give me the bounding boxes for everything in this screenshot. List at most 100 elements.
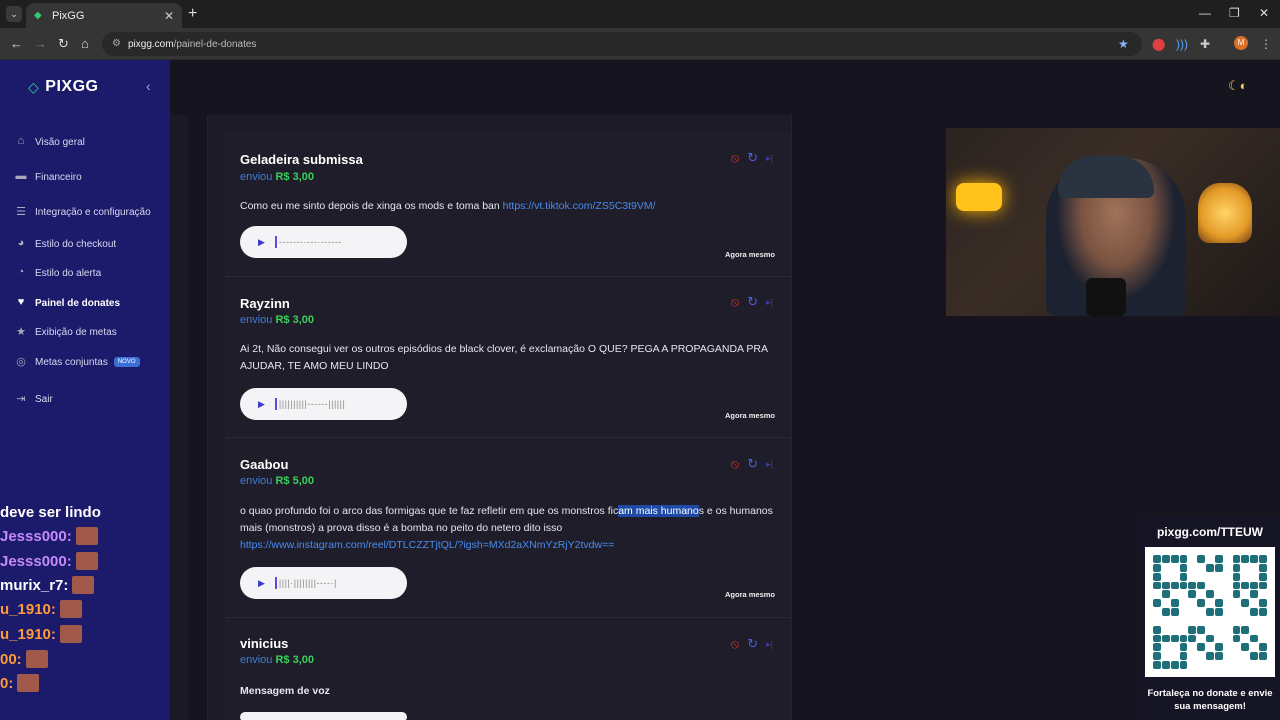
qr-module	[1170, 661, 1179, 669]
tab-search-icon[interactable]: ⌄	[6, 6, 22, 22]
qr-module	[1250, 555, 1259, 563]
sidebar-item-integracao[interactable]: ☰ Integração e configuração	[14, 205, 151, 219]
chat-text: Jesss000:	[0, 552, 72, 570]
qr-module	[1162, 643, 1170, 651]
waveform[interactable]: -------·---·------	[279, 237, 342, 247]
play-icon[interactable]: ▶	[258, 237, 265, 248]
progress-bar[interactable]	[274, 577, 277, 589]
chat-text: u_1910:	[0, 625, 56, 643]
waveform[interactable]: ||||·||||||||----·|	[279, 578, 337, 588]
qr-module	[1224, 617, 1232, 625]
waveform[interactable]: ||||||||||------||||||	[279, 399, 345, 409]
replay-icon[interactable]: ↻	[747, 294, 758, 310]
qr-module	[1161, 608, 1170, 616]
theme-toggle-icon[interactable]: ☾◐	[1228, 78, 1248, 94]
audio-player[interactable]: ▶ ||||||||||------||||||	[240, 388, 407, 420]
replay-icon[interactable]: ↻	[747, 150, 758, 166]
sidebar-item-painel-donates[interactable]: ♥ Painel de donates	[14, 296, 120, 310]
browser-tab[interactable]: ◆ PixGG ✕	[26, 3, 182, 28]
restore-icon[interactable]: ❐	[1229, 6, 1240, 20]
message-link[interactable]: https://www.instagram.com/reel/DTLCZZTjt…	[240, 539, 614, 551]
donor-name: Geladeira submissa	[240, 152, 363, 167]
qr-module	[1180, 626, 1188, 634]
replay-icon[interactable]: ↻	[747, 456, 758, 472]
donate-icon: ♥	[17, 296, 25, 308]
play-icon[interactable]: ▶	[258, 399, 265, 410]
audio-player[interactable]	[240, 712, 407, 720]
extension-icon[interactable]: ⬤	[1152, 37, 1165, 51]
microphone	[1086, 278, 1126, 316]
audio-player[interactable]: ▶ -------·---·------	[240, 226, 407, 258]
qr-module	[1206, 661, 1214, 669]
collapse-sidebar-icon[interactable]: ‹	[146, 78, 151, 94]
progress-bar[interactable]	[274, 236, 277, 248]
close-window-icon[interactable]: ✕	[1259, 6, 1269, 20]
amount-value: R$ 3,00	[275, 654, 315, 666]
donate-card: vinicius enviou R$ 3,00 ⦸ ↻ ▸| Mensagem …	[225, 618, 791, 720]
qr-module	[1232, 563, 1241, 572]
sent-label: enviou	[240, 171, 273, 183]
home-icon[interactable]: ⌂	[81, 36, 89, 51]
new-tab-icon[interactable]: +	[188, 5, 197, 23]
qr-module	[1224, 564, 1232, 572]
back-icon[interactable]: ←	[10, 36, 23, 51]
ban-icon[interactable]: ⦸	[731, 150, 739, 166]
pixgg-logo[interactable]: ◇ PIXGG	[28, 78, 98, 96]
qr-module	[1170, 599, 1179, 608]
ban-icon[interactable]: ⦸	[731, 294, 739, 310]
donate-message: Ai 2t, Não consegui ver os outros episód…	[240, 343, 768, 372]
qr-module	[1162, 599, 1170, 607]
sidebar-item-estilo-checkout[interactable]: ◕ Estilo do checkout	[14, 237, 117, 251]
qr-module	[1171, 564, 1179, 572]
message-link[interactable]: https://vt.tiktok.com/ZS5C3t9VM/	[503, 200, 656, 212]
menu-dots-icon[interactable]: ⋮	[1260, 37, 1272, 51]
qr-module	[1197, 625, 1206, 634]
donate-time: Agora mesmo	[724, 411, 775, 420]
extensions-puzzle-icon[interactable]: ✚	[1200, 37, 1210, 51]
play-icon[interactable]: ▶	[258, 578, 265, 589]
audio-player[interactable]: ▶ ||||·||||||||----·|	[240, 567, 407, 599]
minimize-icon[interactable]: —	[1199, 6, 1211, 20]
skip-icon[interactable]: ▸|	[766, 297, 773, 308]
qr-module	[1259, 626, 1267, 634]
sidebar: ◇ PIXGG ‹ ⌂ Visão geral ▬ Financeiro ☰ Inte…	[0, 60, 170, 720]
sidebar-item-metas-conjuntas[interactable]: ◎ Metas conjuntas NOVO	[14, 355, 140, 369]
progress-bar[interactable]	[274, 398, 277, 410]
ban-icon[interactable]: ⦸	[731, 636, 739, 652]
sidebar-item-label: Sair	[35, 393, 53, 405]
qr-module	[1206, 582, 1214, 590]
qr-module	[1250, 608, 1259, 616]
sidebar-item-financeiro[interactable]: ▬ Financeiro	[14, 170, 82, 184]
forward-icon[interactable]: →	[34, 36, 47, 51]
ban-icon[interactable]: ⦸	[731, 456, 739, 472]
sidebar-item-sair[interactable]: ⇥ Sair	[14, 392, 53, 406]
qr-module	[1259, 661, 1267, 669]
wallet-icon: ▬	[15, 170, 27, 182]
sidebar-item-exibicao-metas[interactable]: ★ Exibição de metas	[14, 325, 117, 339]
qr-module	[1259, 581, 1267, 590]
replay-icon[interactable]: ↻	[747, 636, 758, 652]
extension-audio-icon[interactable]: )))	[1176, 37, 1188, 51]
address-bar[interactable]: ⚙ pixgg.com/painel-de-donates	[102, 32, 1142, 56]
qr-caption: Fortaleça no donate e envie sua mensagem…	[1147, 688, 1273, 712]
chat-text: 0:	[0, 674, 14, 692]
qr-module	[1250, 652, 1259, 661]
close-tab-icon[interactable]: ✕	[164, 9, 174, 23]
qr-module	[1259, 590, 1267, 598]
skip-icon[interactable]: ▸|	[766, 459, 773, 470]
qr-module	[1232, 581, 1241, 590]
qr-module	[1224, 590, 1232, 598]
skip-icon[interactable]: ▸|	[766, 153, 773, 164]
chat-line: Jesss000:	[0, 552, 98, 570]
qr-module	[1206, 590, 1214, 599]
sidebar-item-visao-geral[interactable]: ⌂ Visão geral	[14, 135, 85, 149]
qr-module	[1180, 617, 1188, 625]
site-info-icon[interactable]: ⚙	[112, 38, 121, 49]
sidebar-item-estilo-alerta[interactable]: ◔ Estilo do alerta	[14, 266, 101, 280]
reload-icon[interactable]: ↻	[58, 36, 69, 52]
skip-icon[interactable]: ▸|	[766, 639, 773, 650]
profile-avatar[interactable]: M	[1234, 36, 1248, 50]
qr-module	[1215, 626, 1223, 634]
bookmark-star-icon[interactable]: ★	[1118, 37, 1129, 51]
chat-avatar	[59, 600, 82, 618]
